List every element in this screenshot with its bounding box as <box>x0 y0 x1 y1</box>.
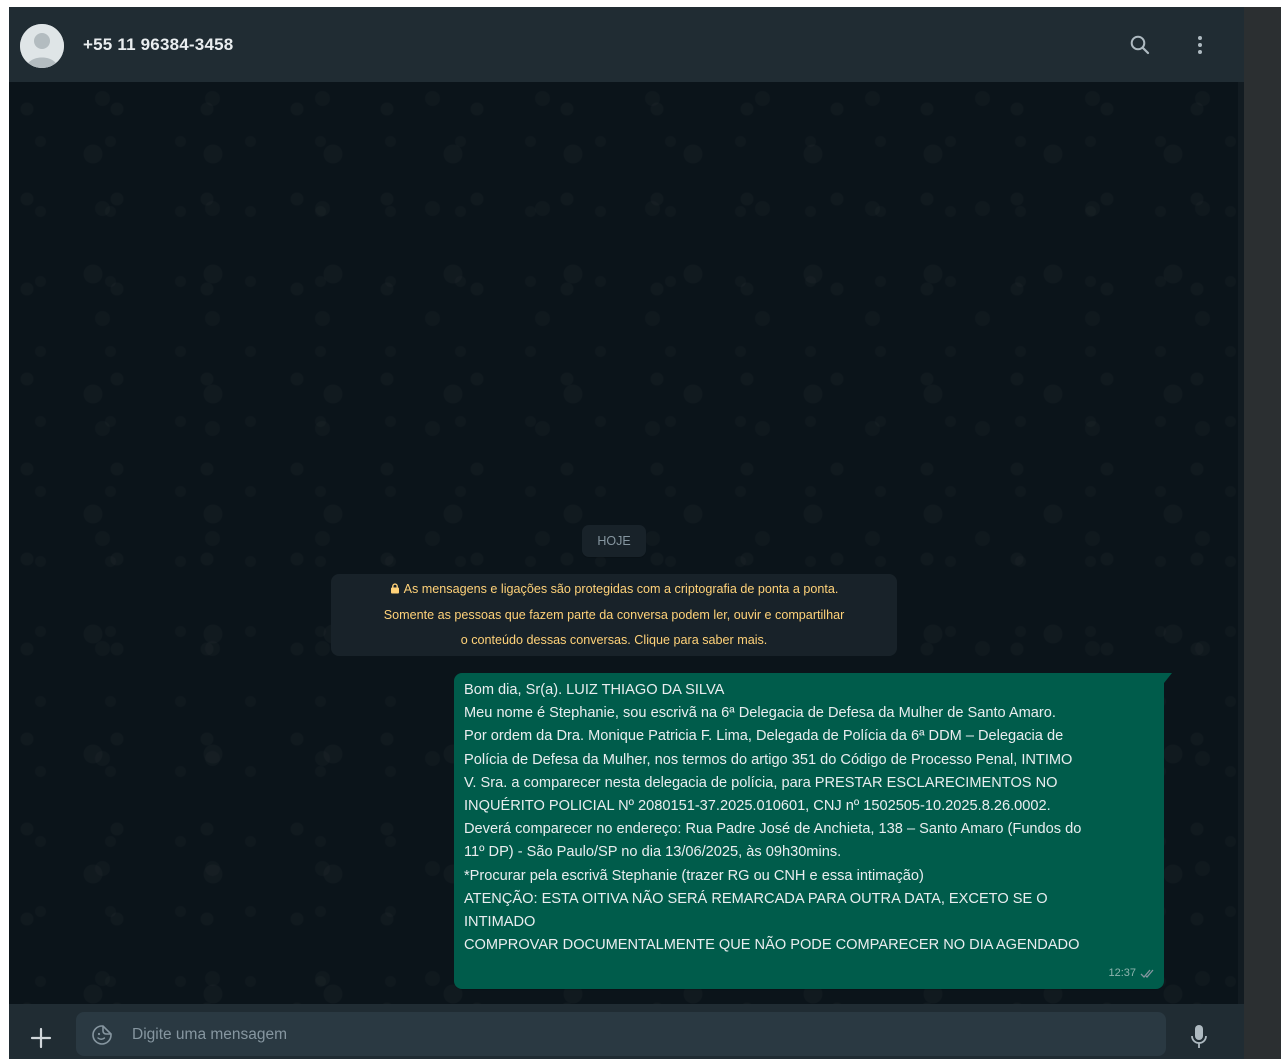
encryption-notice-line: Somente as pessoas que fazem parte da co… <box>383 608 845 622</box>
message-line: Polícia de Defesa da Mulher, nos termos … <box>464 751 1073 768</box>
message-line: COMPROVAR DOCUMENTALMENTE QUE NÃO PODE C… <box>464 937 1080 954</box>
sticker-button[interactable] <box>90 1023 114 1047</box>
message-line: 11º DP) - São Paulo/SP no dia 13/06/2025… <box>464 844 842 861</box>
message-line: Deverá comparecer no endereço: Rua Padre… <box>464 821 1082 838</box>
outgoing-message[interactable]: Bom dia, Sr(a). LUIZ THIAGO DA SILVA Meu… <box>454 673 1172 989</box>
message-line: *Procurar pela escrivã Stephanie (trazer… <box>464 867 924 884</box>
message-line: V. Sra. a comparecer nesta delegacia de … <box>464 774 1058 791</box>
whatsapp-window: +55 11 96384-3458 HOJE As mensagens e li… <box>9 7 1244 1059</box>
menu-button[interactable] <box>1186 31 1214 59</box>
message-time: 12:37 <box>1108 966 1136 979</box>
default-avatar-icon <box>20 24 64 68</box>
double-check-icon <box>1140 969 1154 978</box>
microphone-icon <box>1191 1025 1207 1048</box>
message-meta: 12:37 <box>1108 962 1156 985</box>
avatar[interactable] <box>20 24 64 68</box>
voice-message-button[interactable] <box>1186 1022 1212 1052</box>
chat-header: +55 11 96384-3458 <box>9 7 1244 82</box>
date-chip: HOJE <box>582 525 646 557</box>
encryption-notice-line: o conteúdo dessas conversas. Clique para… <box>460 633 768 647</box>
message-line: INQUÉRITO POLICIAL Nº 2080151-37.2025.01… <box>464 798 1051 815</box>
bubble-tail <box>1164 673 1172 683</box>
sticker-icon <box>92 1025 112 1045</box>
message-line: Por ordem da Dra. Monique Patricia F. Li… <box>464 728 1064 745</box>
plus-icon <box>30 1027 52 1049</box>
side-panel-edge <box>1244 7 1281 1059</box>
encryption-notice-line: As mensagens e ligações são protegidas c… <box>331 577 897 603</box>
contact-name[interactable]: +55 11 96384-3458 <box>83 35 233 55</box>
encryption-notice[interactable]: As mensagens e ligações são protegidas c… <box>331 574 897 656</box>
message-line: ATENÇÃO: ESTA OITIVA NÃO SERÁ REMARCADA … <box>464 890 1048 907</box>
chat-area[interactable]: HOJE As mensagens e ligações são protegi… <box>9 82 1244 1004</box>
message-line: Bom dia, Sr(a). LUIZ THIAGO DA SILVA <box>464 682 725 698</box>
message-input[interactable] <box>132 1022 1142 1048</box>
composer-bar <box>9 1004 1244 1059</box>
message-line: INTIMADO <box>464 914 536 931</box>
kebab-menu-icon <box>1198 36 1202 54</box>
attach-button[interactable] <box>27 1024 55 1052</box>
message-line: Meu nome é Stephanie, sou escrivã na 6ª … <box>464 705 1056 722</box>
search-button[interactable] <box>1126 31 1154 59</box>
lock-icon <box>390 578 400 603</box>
search-icon <box>1130 35 1150 55</box>
message-input-box[interactable] <box>76 1012 1166 1056</box>
